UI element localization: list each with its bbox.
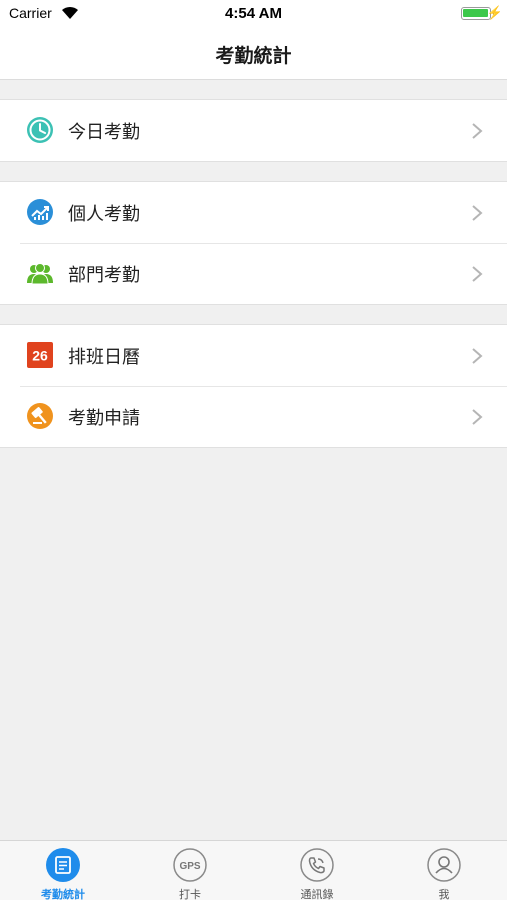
navigation-bar: 考勤統計	[0, 28, 507, 80]
chart-icon	[27, 199, 53, 225]
chevron-right-icon	[472, 348, 483, 364]
tab-bar: 考勤統計 GPS 打卡 通訊錄 我	[0, 840, 507, 900]
menu-item-today-attendance[interactable]: 今日考勤	[0, 100, 507, 161]
menu-item-label: 考勤申請	[68, 408, 140, 429]
gps-icon: GPS	[173, 848, 207, 882]
attendance-icon	[46, 848, 80, 882]
status-bar: Carrier 4:54 AM ⚡	[0, 0, 507, 28]
chevron-right-icon	[472, 123, 483, 139]
menu-item-personal-attendance[interactable]: 個人考勤	[0, 182, 507, 243]
gavel-icon	[27, 403, 53, 429]
menu-item-department-attendance[interactable]: 部門考勤	[0, 243, 507, 304]
charging-icon: ⚡	[486, 5, 503, 20]
menu-group-today: 今日考勤	[0, 99, 507, 162]
calendar-icon: 26	[27, 342, 53, 368]
chevron-right-icon	[472, 409, 483, 425]
status-time: 4:54 AM	[225, 5, 282, 22]
menu-item-shift-calendar[interactable]: 26 排班日曆	[0, 325, 507, 386]
page-title: 考勤統計	[215, 45, 292, 67]
menu-item-label: 部門考勤	[68, 265, 140, 286]
tab-label: 我	[438, 888, 450, 900]
tab-label: 考勤統計	[41, 888, 85, 900]
chevron-right-icon	[472, 205, 483, 221]
people-icon	[27, 263, 53, 285]
tab-attendance-stats[interactable]: 考勤統計	[0, 841, 126, 900]
clock-icon	[27, 117, 53, 143]
menu-group-stats: 個人考勤 部門考勤	[0, 181, 507, 305]
menu-group-schedule: 26 排班日曆 考勤申請	[0, 324, 507, 448]
profile-icon	[427, 848, 461, 882]
battery-level	[463, 9, 488, 17]
phone-icon	[300, 848, 334, 882]
menu-item-label: 今日考勤	[68, 122, 140, 143]
menu-item-label: 排班日曆	[68, 347, 140, 368]
tab-contacts[interactable]: 通訊錄	[254, 841, 380, 900]
chevron-right-icon	[472, 266, 483, 282]
tab-label: 打卡	[179, 888, 201, 900]
menu-item-label: 個人考勤	[68, 204, 140, 225]
menu-item-attendance-request[interactable]: 考勤申請	[0, 386, 507, 447]
calendar-badge: 26	[32, 348, 48, 364]
gps-icon-text: GPS	[179, 861, 200, 872]
tab-me[interactable]: 我	[381, 841, 507, 900]
tab-clock-in[interactable]: GPS 打卡	[127, 841, 253, 900]
tab-label: 通訊錄	[300, 888, 334, 900]
